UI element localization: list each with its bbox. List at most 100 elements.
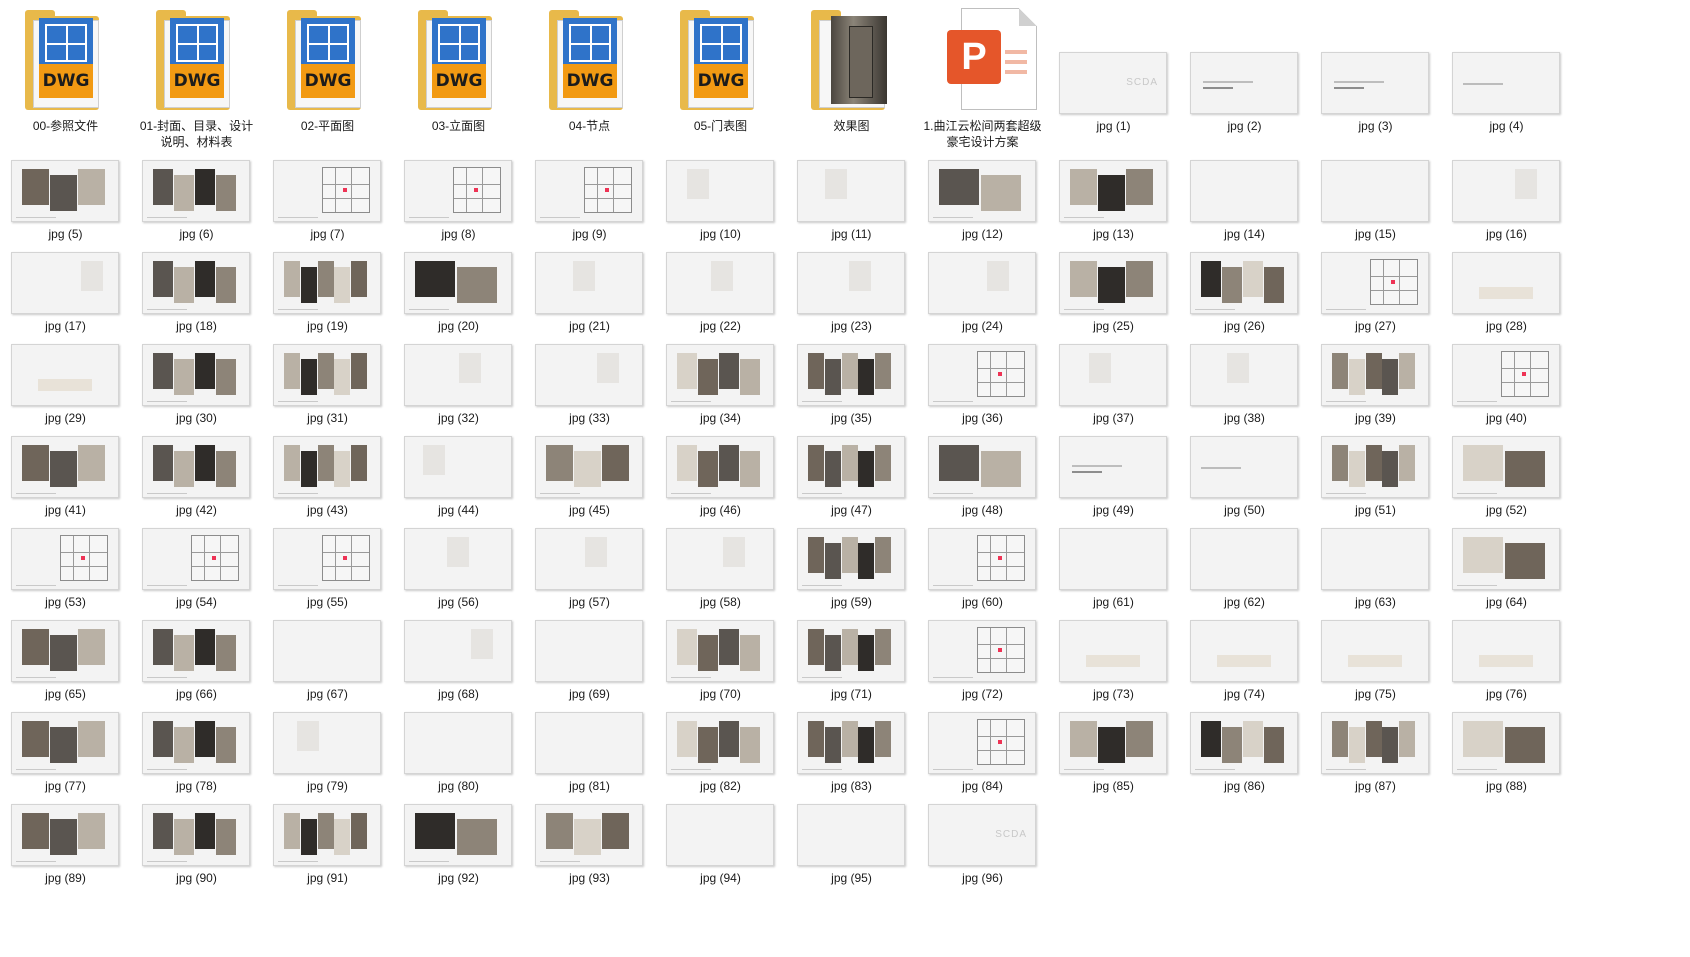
image-file-item[interactable]: jpg (82) [655,710,786,805]
image-file-item[interactable]: SCDA jpg (96) [917,802,1048,897]
image-file-item[interactable]: jpg (70) [655,618,786,713]
image-file-item[interactable]: jpg (77) [0,710,131,805]
image-file-item[interactable]: jpg (95) [786,802,917,897]
image-file-item[interactable]: jpg (3) [1310,50,1441,145]
image-file-item[interactable]: jpg (76) [1441,618,1572,713]
image-file-item[interactable]: jpg (55) [262,526,393,621]
image-file-item[interactable]: jpg (51) [1310,434,1441,529]
image-file-item[interactable]: jpg (40) [1441,342,1572,437]
image-file-item[interactable]: jpg (29) [0,342,131,437]
image-file-item[interactable]: jpg (13) [1048,158,1179,253]
image-file-item[interactable]: jpg (24) [917,250,1048,345]
image-file-item[interactable]: jpg (93) [524,802,655,897]
image-file-item[interactable]: jpg (6) [131,158,262,253]
image-file-item[interactable]: jpg (92) [393,802,524,897]
image-file-item[interactable]: jpg (84) [917,710,1048,805]
image-file-item[interactable]: jpg (91) [262,802,393,897]
image-file-item[interactable]: jpg (59) [786,526,917,621]
image-file-item[interactable]: jpg (74) [1179,618,1310,713]
image-file-item[interactable]: jpg (35) [786,342,917,437]
image-file-item[interactable]: jpg (53) [0,526,131,621]
image-file-item[interactable]: jpg (86) [1179,710,1310,805]
image-file-item[interactable]: jpg (41) [0,434,131,529]
image-file-item[interactable]: jpg (25) [1048,250,1179,345]
image-file-item[interactable]: jpg (2) [1179,50,1310,145]
image-file-item[interactable]: jpg (27) [1310,250,1441,345]
image-file-item[interactable]: jpg (58) [655,526,786,621]
image-file-item[interactable]: jpg (18) [131,250,262,345]
image-file-item[interactable]: jpg (17) [0,250,131,345]
image-file-item[interactable]: jpg (67) [262,618,393,713]
image-file-item[interactable]: jpg (8) [393,158,524,253]
image-file-item[interactable]: jpg (75) [1310,618,1441,713]
image-file-item[interactable]: jpg (5) [0,158,131,253]
image-file-item[interactable]: jpg (10) [655,158,786,253]
image-file-item[interactable]: jpg (89) [0,802,131,897]
image-file-item[interactable]: jpg (45) [524,434,655,529]
folder-item[interactable]: DWG 03-立面图 [393,0,524,150]
image-file-item[interactable]: jpg (19) [262,250,393,345]
image-file-item[interactable]: jpg (68) [393,618,524,713]
image-file-item[interactable]: jpg (7) [262,158,393,253]
image-file-item[interactable]: jpg (60) [917,526,1048,621]
image-file-item[interactable]: jpg (64) [1441,526,1572,621]
image-file-item[interactable]: jpg (80) [393,710,524,805]
image-file-item[interactable]: jpg (87) [1310,710,1441,805]
image-file-item[interactable]: jpg (65) [0,618,131,713]
image-file-item[interactable]: jpg (81) [524,710,655,805]
folder-item[interactable]: DWG 00-参照文件 [0,0,131,150]
image-file-item[interactable]: jpg (46) [655,434,786,529]
folder-item[interactable]: DWG 01-封面、目录、设计说明、材料表 [131,0,262,150]
image-file-item[interactable]: jpg (14) [1179,158,1310,253]
image-file-item[interactable]: jpg (43) [262,434,393,529]
image-file-item[interactable]: SCDA jpg (1) [1048,50,1179,145]
image-file-item[interactable]: jpg (36) [917,342,1048,437]
image-file-item[interactable]: jpg (78) [131,710,262,805]
image-file-item[interactable]: jpg (22) [655,250,786,345]
image-file-item[interactable]: jpg (56) [393,526,524,621]
image-file-item[interactable]: jpg (57) [524,526,655,621]
image-file-item[interactable]: jpg (44) [393,434,524,529]
image-file-item[interactable]: jpg (52) [1441,434,1572,529]
image-file-item[interactable]: jpg (9) [524,158,655,253]
ppt-file-item[interactable]: P 1.曲江云松间两套超级豪宅设计方案 [917,0,1048,150]
image-file-item[interactable]: jpg (33) [524,342,655,437]
image-file-item[interactable]: jpg (30) [131,342,262,437]
image-file-item[interactable]: jpg (88) [1441,710,1572,805]
image-file-item[interactable]: jpg (20) [393,250,524,345]
folder-item[interactable]: DWG 05-门表图 [655,0,786,150]
folder-item[interactable]: DWG 04-节点 [524,0,655,150]
folder-item[interactable]: 效果图 [786,0,917,150]
image-file-item[interactable]: jpg (34) [655,342,786,437]
image-file-item[interactable]: jpg (83) [786,710,917,805]
image-file-item[interactable]: jpg (69) [524,618,655,713]
image-file-item[interactable]: jpg (85) [1048,710,1179,805]
image-file-item[interactable]: jpg (28) [1441,250,1572,345]
image-file-item[interactable]: jpg (32) [393,342,524,437]
image-file-item[interactable]: jpg (79) [262,710,393,805]
image-file-item[interactable]: jpg (23) [786,250,917,345]
image-file-item[interactable]: jpg (71) [786,618,917,713]
image-file-item[interactable]: jpg (37) [1048,342,1179,437]
image-file-item[interactable]: jpg (42) [131,434,262,529]
folder-item[interactable]: DWG 02-平面图 [262,0,393,150]
image-file-item[interactable]: jpg (61) [1048,526,1179,621]
image-file-item[interactable]: jpg (26) [1179,250,1310,345]
image-file-item[interactable]: jpg (62) [1179,526,1310,621]
image-file-item[interactable]: jpg (11) [786,158,917,253]
image-file-item[interactable]: jpg (48) [917,434,1048,529]
image-file-item[interactable]: jpg (39) [1310,342,1441,437]
image-file-item[interactable]: jpg (72) [917,618,1048,713]
image-file-item[interactable]: jpg (16) [1441,158,1572,253]
image-file-item[interactable]: jpg (49) [1048,434,1179,529]
image-file-item[interactable]: jpg (94) [655,802,786,897]
image-file-item[interactable]: jpg (73) [1048,618,1179,713]
image-file-item[interactable]: jpg (90) [131,802,262,897]
image-file-item[interactable]: jpg (12) [917,158,1048,253]
image-file-item[interactable]: jpg (66) [131,618,262,713]
image-file-item[interactable]: jpg (21) [524,250,655,345]
image-file-item[interactable]: jpg (54) [131,526,262,621]
image-file-item[interactable]: jpg (38) [1179,342,1310,437]
image-file-item[interactable]: jpg (31) [262,342,393,437]
image-file-item[interactable]: jpg (47) [786,434,917,529]
